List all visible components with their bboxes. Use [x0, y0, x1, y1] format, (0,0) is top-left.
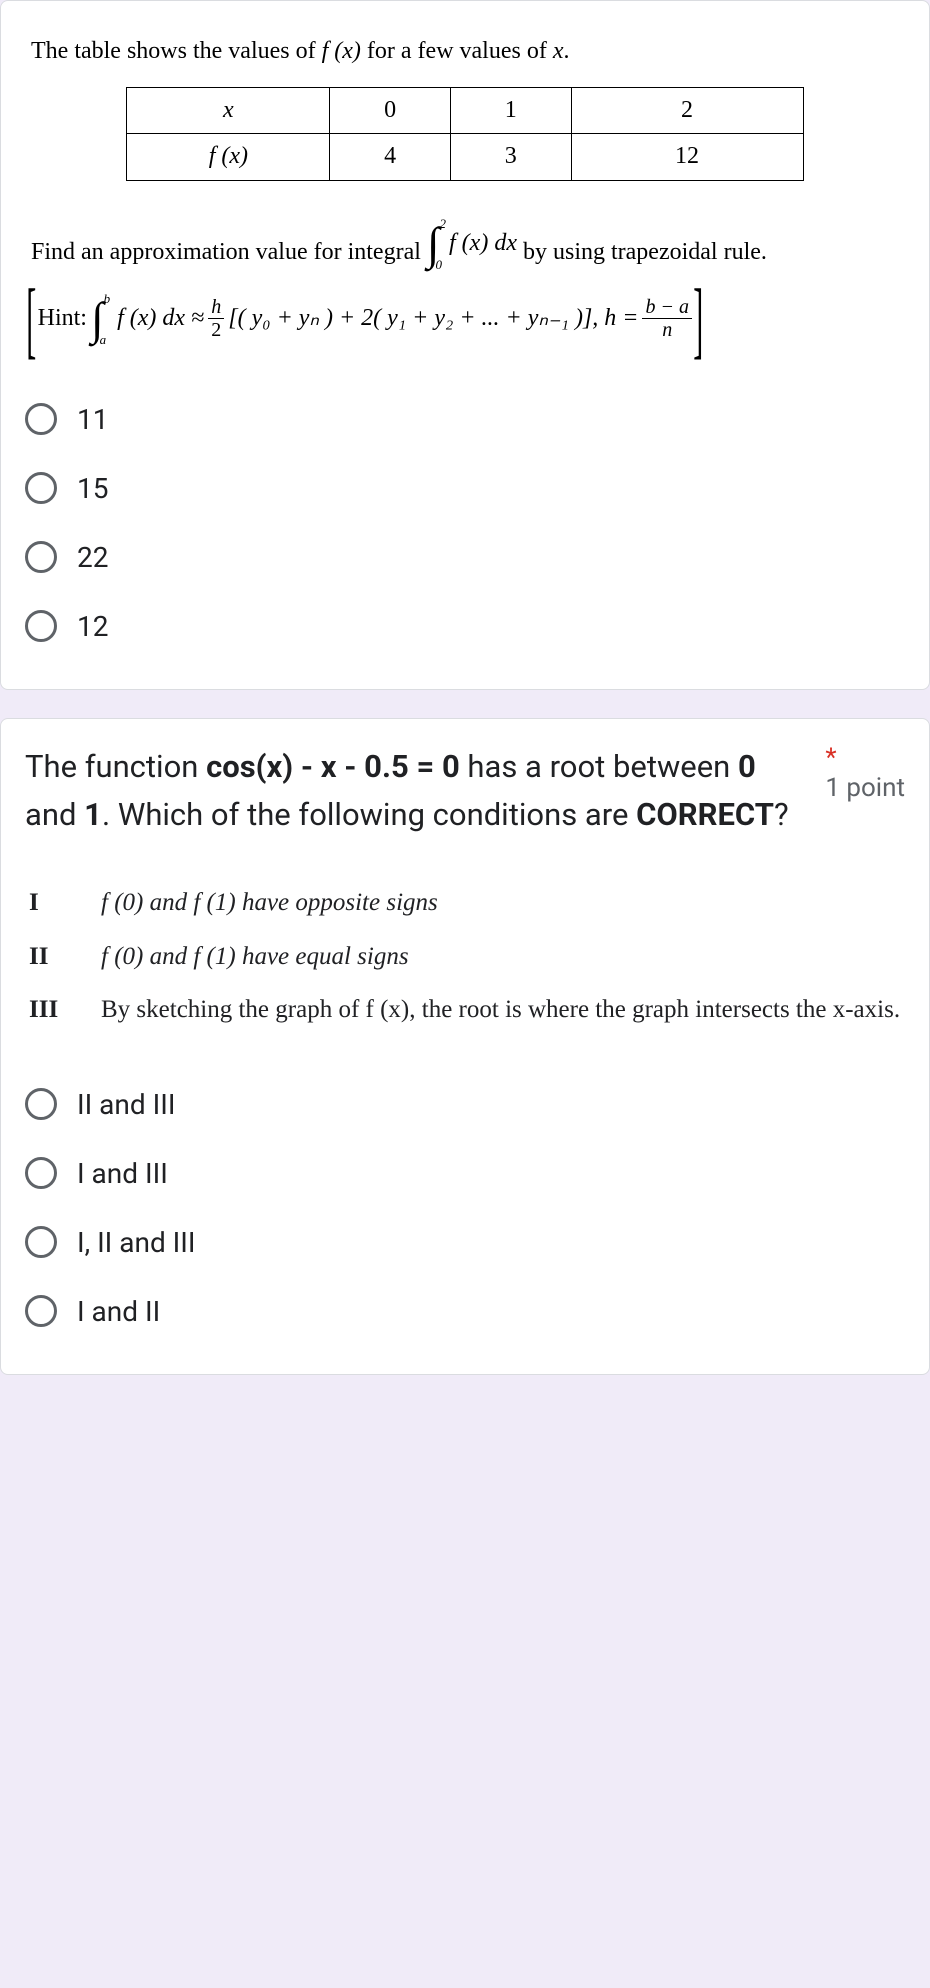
hint-block: [ Hint: ∫ ba f (x) dx ≈ h2 [( y₀ + yₙ ) … — [31, 289, 899, 349]
radio-icon — [25, 403, 57, 435]
condition-row: III By sketching the graph of f (x), the… — [29, 986, 901, 1034]
radio-option[interactable]: I and II — [25, 1277, 905, 1346]
radio-option[interactable]: I and III — [25, 1139, 905, 1208]
q1-options: 11 15 22 12 — [25, 385, 905, 661]
option-label: I and II — [77, 1295, 160, 1328]
condition-row: II f (0) and f (1) have equal signs — [29, 933, 901, 981]
radio-icon — [25, 541, 57, 573]
sub: 0 — [436, 258, 447, 271]
sup: b — [104, 292, 111, 305]
cell-text: x — [223, 97, 234, 123]
text: The table shows the values of — [31, 38, 322, 64]
table-cell: 4 — [330, 134, 451, 181]
table-cell: 1 — [450, 87, 571, 134]
q2-stem: The function cos(x) - x - 0.5 = 0 has a … — [25, 743, 813, 839]
option-label: I and III — [77, 1157, 168, 1190]
right-bracket-icon: ] — [693, 289, 703, 349]
x-symbol: x — [553, 38, 564, 64]
condition-num: III — [29, 986, 69, 1034]
formula-body: [( y₀ + yₙ ) + 2( y₁ + y₂ + ... + yₙ₋₁ )… — [228, 302, 638, 336]
radio-option[interactable]: II and III — [25, 1070, 905, 1139]
text: . — [563, 38, 569, 64]
cell-text: f (x) — [209, 143, 248, 169]
condition-text: By sketching the graph of f (x), the roo… — [101, 986, 901, 1034]
q2-header: The function cos(x) - x - 0.5 = 0 has a … — [25, 743, 905, 879]
hint-label: Hint: — [38, 302, 87, 336]
integral-limits: ba — [100, 292, 111, 346]
radio-icon — [25, 472, 57, 504]
text: The function — [25, 748, 206, 785]
required-asterisk-icon: * — [825, 743, 836, 773]
text: Find an approximation value for integral — [31, 239, 427, 265]
radio-icon — [25, 1295, 57, 1327]
table-cell: f (x) — [127, 134, 330, 181]
text: and — [25, 796, 84, 833]
condition-num: II — [29, 933, 69, 981]
fraction-h2: h2 — [208, 296, 224, 341]
radio-option[interactable]: 15 — [25, 454, 905, 523]
integrand: f (x) dx — [449, 227, 517, 261]
values-table: x 0 1 2 f (x) 4 3 12 — [126, 87, 803, 181]
table-cell: 2 — [571, 87, 803, 134]
radio-option[interactable]: I, II and III — [25, 1208, 905, 1277]
text: By sketching the graph of f (x), the roo… — [101, 996, 900, 1023]
integral-inline: ∫ ba — [91, 292, 113, 346]
integral-limits: 20 — [436, 217, 447, 271]
text: ? — [774, 796, 789, 833]
condition-text: f (0) and f (1) have opposite signs — [101, 879, 901, 927]
radio-icon — [25, 1088, 57, 1120]
table-row: x 0 1 2 — [127, 87, 803, 134]
radio-option[interactable]: 11 — [25, 385, 905, 454]
option-label: 11 — [77, 403, 108, 436]
radio-icon — [25, 610, 57, 642]
condition-num: I — [29, 879, 69, 927]
table-cell: 3 — [450, 134, 571, 181]
q2-options: II and III I and III I, II and III I and… — [25, 1070, 905, 1346]
table-cell: x — [127, 87, 330, 134]
denominator: 2 — [208, 319, 224, 341]
radio-option[interactable]: 22 — [25, 523, 905, 592]
text: . Which of the following conditions are — [102, 796, 636, 833]
condition-text: f (0) and f (1) have equal signs — [101, 933, 901, 981]
question-card-2: The function cos(x) - x - 0.5 = 0 has a … — [0, 718, 930, 1375]
radio-icon — [25, 1226, 57, 1258]
q1-find-line: Find an approximation value for integral… — [31, 217, 899, 271]
question-card-1: The table shows the values of f (x) for … — [0, 0, 930, 690]
radio-option[interactable]: 12 — [25, 592, 905, 661]
correct-word: CORRECT — [636, 796, 774, 833]
q1-stem-block: The table shows the values of f (x) for … — [25, 25, 905, 349]
option-label: 15 — [77, 472, 108, 505]
table-cell: 12 — [571, 134, 803, 181]
conditions-block: I f (0) and f (1) have opposite signs II… — [25, 879, 905, 1050]
option-label: 22 — [77, 541, 108, 574]
option-label: 12 — [77, 610, 108, 643]
left-bracket-icon: [ — [26, 289, 36, 349]
fx-symbol: f (x) — [322, 38, 361, 64]
equation: cos(x) - x - 0.5 = 0 — [206, 748, 460, 785]
points-block: * 1 point — [825, 743, 905, 803]
integrand: f (x) dx ≈ — [117, 302, 204, 336]
integral-inline: ∫20f (x) dx — [427, 217, 517, 271]
numerator: b − a — [642, 296, 692, 319]
one: 1 — [84, 796, 102, 833]
table-cell: 0 — [330, 87, 451, 134]
sup: 2 — [440, 217, 447, 230]
denominator: n — [659, 319, 675, 341]
hint-content: Hint: ∫ ba f (x) dx ≈ h2 [( y₀ + yₙ ) + … — [38, 292, 692, 346]
sub: a — [100, 333, 111, 346]
condition-row: I f (0) and f (1) have opposite signs — [29, 879, 901, 927]
numerator: h — [208, 296, 224, 319]
fraction-ban: b − an — [642, 296, 692, 341]
option-label: II and III — [77, 1088, 175, 1121]
table-row: f (x) 4 3 12 — [127, 134, 803, 181]
text: by using trapezoidal rule. — [517, 239, 767, 265]
text: has a root between — [460, 748, 738, 785]
zero: 0 — [738, 748, 756, 785]
text: for a few values of — [361, 38, 553, 64]
q1-intro: The table shows the values of f (x) for … — [31, 35, 899, 69]
radio-icon — [25, 1157, 57, 1189]
points-label: 1 point — [825, 773, 905, 803]
option-label: I, II and III — [77, 1226, 196, 1259]
